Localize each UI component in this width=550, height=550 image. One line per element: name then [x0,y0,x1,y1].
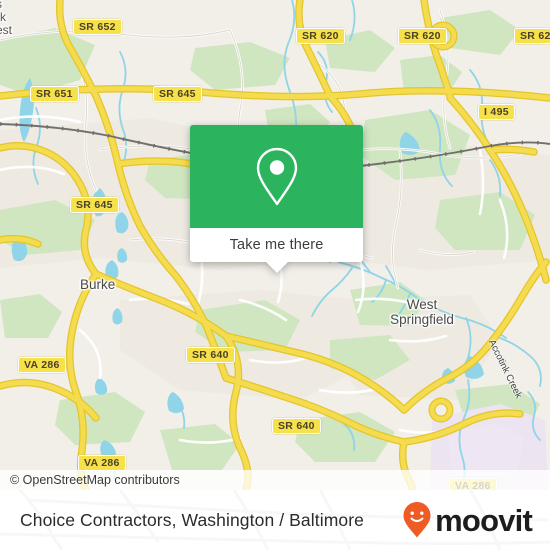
take-me-there-label: Take me there [229,237,324,253]
road-shield-va-286-a[interactable]: VA 286 [18,357,66,373]
place-label-burke: Burke [80,277,116,292]
popup-body[interactable]: Take me there [190,228,363,273]
map-pin-icon [256,147,297,205]
road-shield-sr-652[interactable]: SR 652 [73,19,122,35]
road-shield-sr-620-b[interactable]: SR 620 [398,28,447,44]
moovit-pin-icon [403,502,431,538]
moovit-wordmark: moovit [435,502,533,538]
road-shield-sr-62-cut[interactable]: SR 62 [514,28,550,44]
road-shield-sr-620-a[interactable]: SR 620 [296,28,345,44]
page-title: Choice Contractors, Washington / Baltimo… [20,509,364,530]
footer-bar: Choice Contractors, Washington / Baltimo… [0,490,550,550]
road-shield-i-495[interactable]: I 495 [478,104,515,120]
road-shield-va-286-b[interactable]: VA 286 [78,455,126,471]
place-label-west-springfield: West Springfield [390,297,454,327]
location-popup-card[interactable]: Take me there [190,125,363,273]
road-shield-sr-640-b[interactable]: SR 640 [272,418,321,434]
road-shield-sr-651[interactable]: SR 651 [30,86,79,102]
popup-tail [265,262,288,273]
popup-header [190,125,363,228]
map-corner-label: s rk est [0,0,13,37]
moovit-logo[interactable]: moovit [402,501,533,539]
road-shield-sr-645-a[interactable]: SR 645 [153,86,202,102]
moovit-map-page: s rk est Burke WestSpringfield Accotink … [0,0,550,550]
road-shield-sr-640-a[interactable]: SR 640 [186,347,235,363]
road-shield-sr-645-b[interactable]: SR 645 [70,197,119,213]
map-attribution[interactable]: © OpenStreetMap contributors [0,470,550,490]
